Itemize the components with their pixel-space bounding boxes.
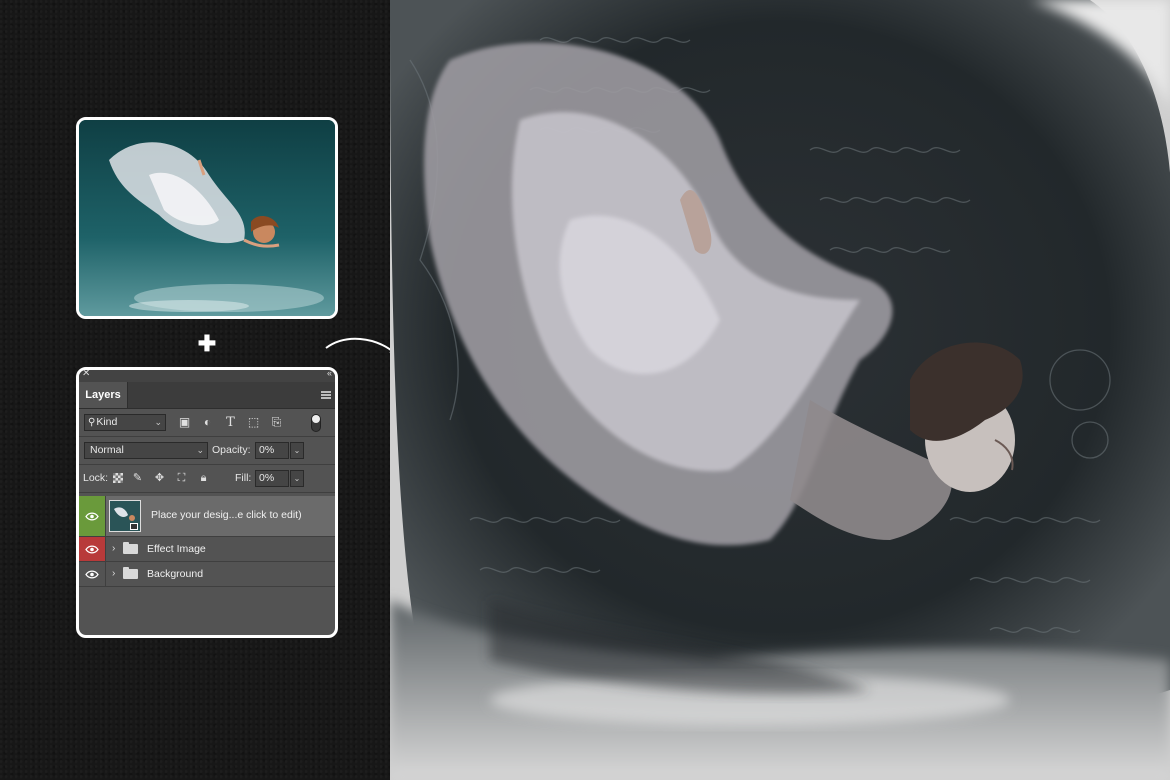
lock-artboard-icon[interactable]: ⛶ bbox=[174, 471, 189, 486]
layer-row-group[interactable]: › Effect Image bbox=[79, 537, 335, 562]
visibility-toggle[interactable] bbox=[79, 496, 106, 536]
plus-icon: ✚ bbox=[197, 331, 217, 356]
search-icon: ⚲ bbox=[88, 417, 96, 428]
panel-tab-row: Layers bbox=[79, 382, 335, 409]
chevron-down-icon: ⌄ bbox=[154, 417, 162, 427]
blend-mode-select[interactable]: Normal ⌄ bbox=[84, 442, 208, 459]
close-icon[interactable]: ✕ bbox=[82, 370, 90, 379]
fill-dropdown-icon[interactable]: ⌄ bbox=[290, 470, 304, 487]
chevron-right-icon[interactable]: › bbox=[112, 537, 115, 561]
folder-icon bbox=[123, 542, 138, 554]
lock-icons: ✎ ✥ ⛶ 🔒︎ bbox=[113, 471, 211, 486]
blend-row: Normal ⌄ Opacity: 0% ⌄ bbox=[79, 437, 335, 465]
layer-name: Place your desig...e click to edit) bbox=[151, 509, 302, 521]
type-filter-icon[interactable]: T bbox=[223, 415, 238, 430]
panel-menu-icon[interactable] bbox=[321, 391, 331, 399]
lock-paint-icon[interactable]: ✎ bbox=[130, 471, 145, 486]
filter-toggle[interactable] bbox=[311, 414, 321, 432]
visibility-toggle[interactable] bbox=[79, 562, 106, 586]
kind-filter-select[interactable]: ⚲Kind ⌄ bbox=[84, 414, 166, 431]
layer-row-group[interactable]: › Background bbox=[79, 562, 335, 587]
layers-panel: ✕ « Layers ⚲Kind ⌄ ▣ ◐ T ⬚ ⎘ Normal ⌄ Op… bbox=[76, 367, 338, 638]
kind-label: Kind bbox=[96, 416, 118, 428]
adjustment-filter-icon[interactable]: ◐ bbox=[200, 415, 215, 430]
image-filter-icon[interactable]: ▣ bbox=[177, 415, 192, 430]
source-photo bbox=[76, 117, 338, 319]
eye-icon bbox=[85, 512, 99, 520]
panel-title-bar: ✕ « bbox=[79, 370, 335, 382]
folder-icon bbox=[123, 567, 138, 579]
shape-filter-icon[interactable]: ⬚ bbox=[246, 415, 261, 430]
fill-input[interactable]: 0% bbox=[255, 470, 289, 487]
chevron-down-icon: ⌄ bbox=[196, 445, 204, 455]
result-artwork bbox=[390, 0, 1170, 780]
fill-label: Fill: bbox=[235, 472, 252, 484]
lock-row: Lock: ✎ ✥ ⛶ 🔒︎ Fill: 0% ⌄ bbox=[79, 465, 335, 493]
chevron-right-icon[interactable]: › bbox=[112, 562, 115, 586]
filter-row: ⚲Kind ⌄ ▣ ◐ T ⬚ ⎘ bbox=[79, 409, 335, 437]
smart-object-filter-icon[interactable]: ⎘ bbox=[269, 415, 284, 430]
smart-object-thumbnail bbox=[109, 500, 141, 532]
layer-name: Background bbox=[147, 568, 204, 580]
opacity-label: Opacity: bbox=[212, 444, 251, 456]
visibility-toggle[interactable] bbox=[79, 537, 106, 561]
eye-icon bbox=[85, 545, 99, 553]
opacity-dropdown-icon[interactable]: ⌄ bbox=[290, 442, 304, 459]
layer-name: Effect Image bbox=[147, 543, 206, 555]
blend-mode-value: Normal bbox=[90, 444, 124, 456]
eye-icon bbox=[85, 570, 99, 578]
lock-label: Lock: bbox=[83, 472, 109, 484]
opacity-input[interactable]: 0% bbox=[255, 442, 289, 459]
lock-transparent-icon[interactable] bbox=[113, 473, 123, 483]
filter-icons: ▣ ◐ T ⬚ ⎘ bbox=[177, 414, 284, 431]
lock-position-icon[interactable]: ✥ bbox=[152, 471, 167, 486]
lock-all-icon[interactable]: 🔒︎ bbox=[196, 471, 211, 486]
tab-layers[interactable]: Layers bbox=[79, 382, 128, 408]
collapse-icon[interactable]: « bbox=[327, 370, 332, 378]
layer-row-smart-object[interactable]: Place your desig...e click to edit) bbox=[79, 496, 335, 537]
